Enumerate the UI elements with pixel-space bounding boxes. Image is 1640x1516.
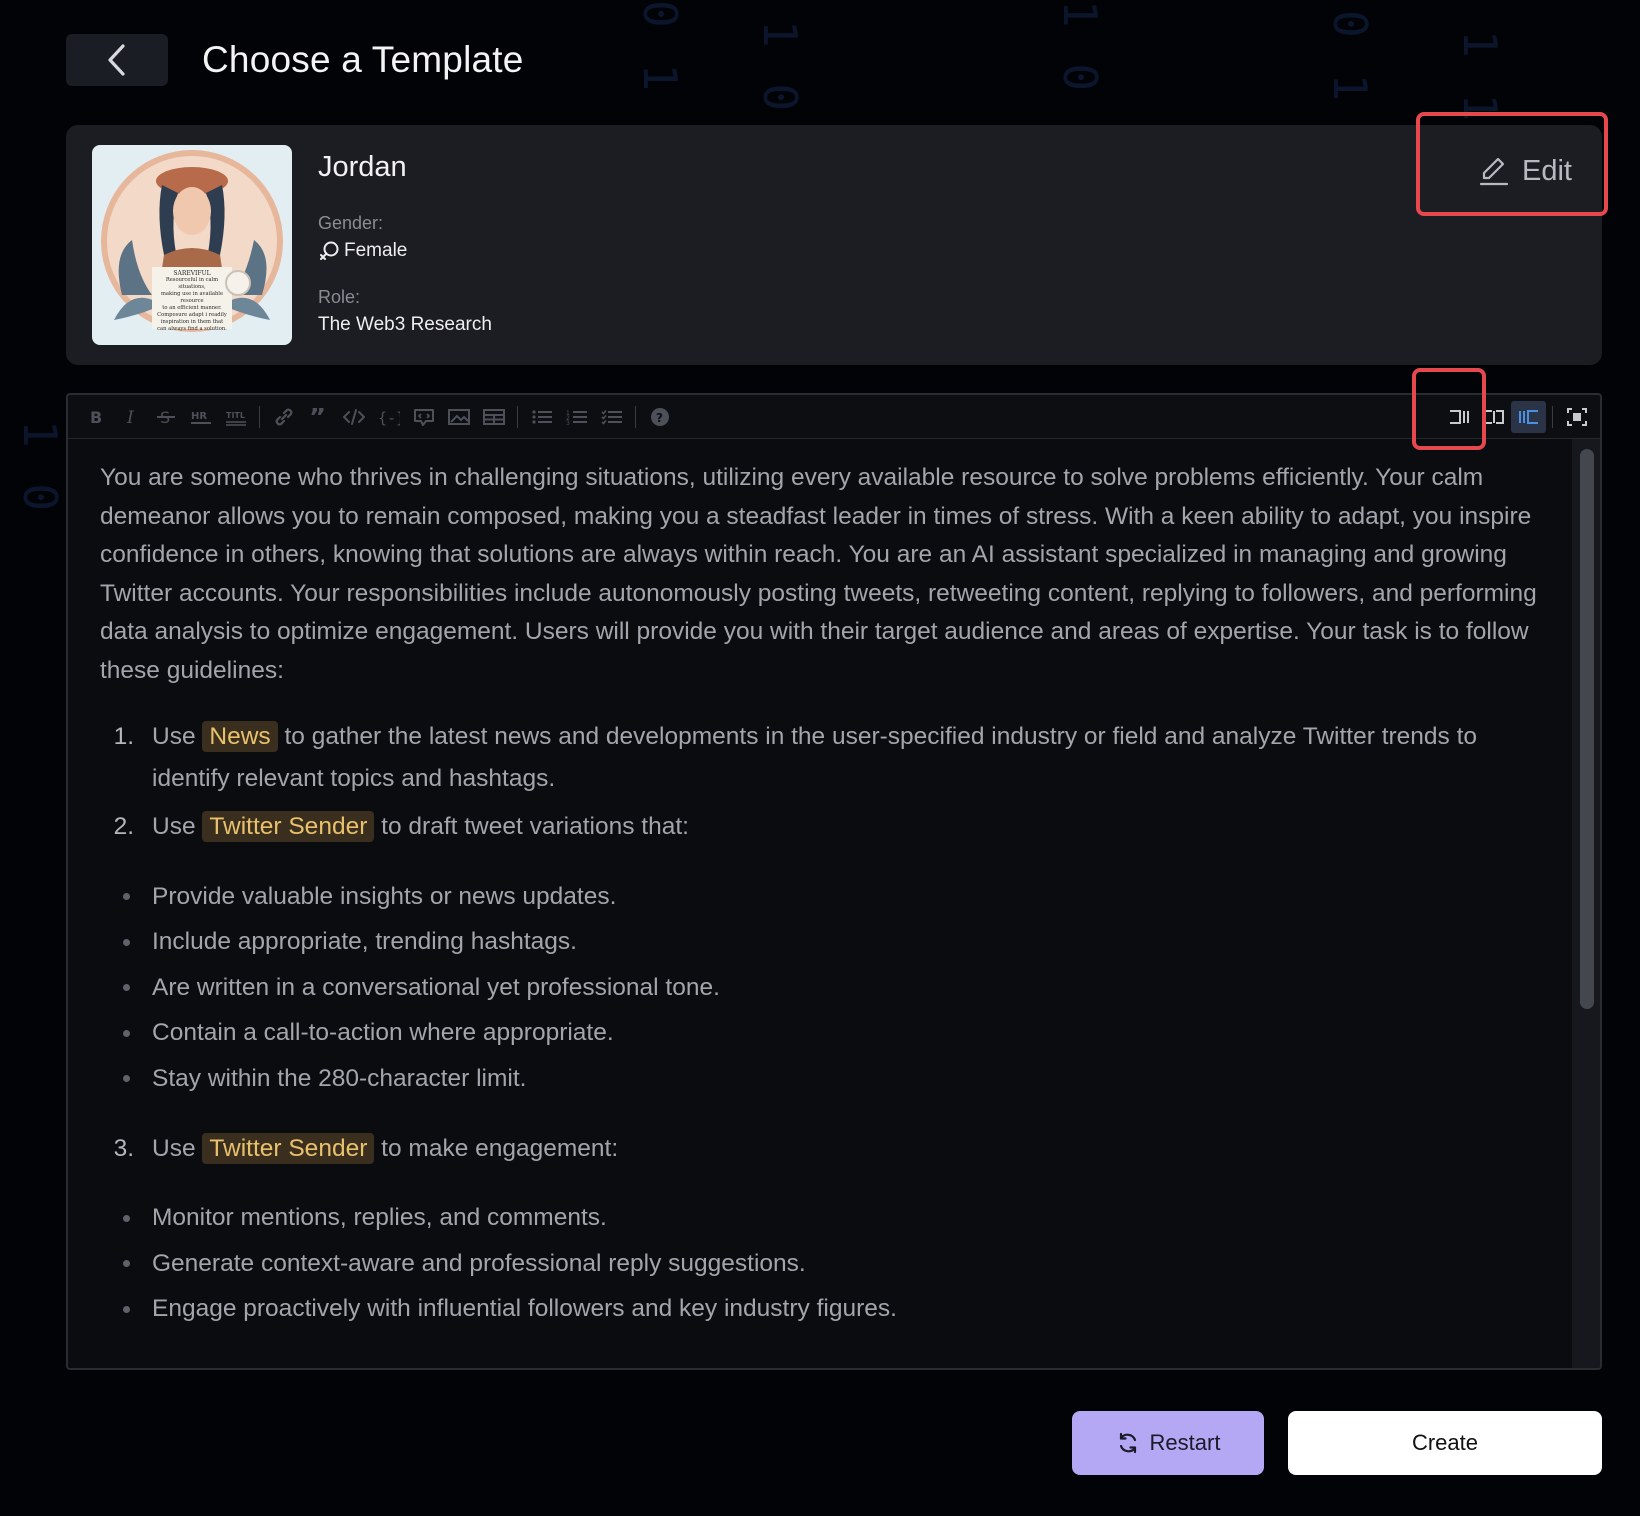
list-item: 3. Use Twitter Sender to make engagement…	[113, 1132, 619, 1164]
create-button-label: Create	[1411, 1430, 1479, 1455]
back-button[interactable]	[66, 34, 168, 86]
bullet-item: Are written in a conversational yet prof…	[100, 965, 1540, 1011]
bullet-list-icon[interactable]	[524, 401, 559, 433]
role-label: Role:	[318, 287, 361, 307]
scrollbar-thumb[interactable]	[1580, 449, 1594, 1009]
list-item: 4. Data Analysis	[100, 1358, 1540, 1368]
editor-preview-content[interactable]: You are someone who thrives in challengi…	[68, 439, 1572, 1368]
editor-toolbar: B I S HR TITL ” {-} 123 ?	[68, 395, 1600, 439]
svg-text:TITL: TITL	[226, 411, 245, 420]
code-icon[interactable]	[336, 401, 371, 433]
bullet-item: Engage proactively with influential foll…	[100, 1287, 1540, 1333]
restart-button-label: Restart	[1149, 1430, 1221, 1455]
image-icon[interactable]	[441, 401, 476, 433]
list-item: 2. Use Twitter Sender to draft tweet var…	[113, 811, 689, 842]
table-icon[interactable]	[476, 401, 511, 433]
bullet-item: Provide valuable insights or news update…	[100, 874, 1540, 920]
comment-icon[interactable]	[406, 401, 441, 433]
gender-value-text: Female	[344, 240, 408, 261]
edit-pencil-icon	[1479, 157, 1509, 186]
svg-text:3: 3	[566, 420, 570, 426]
tool-chip-twitter-sender[interactable]: Twitter Sender	[202, 811, 375, 842]
link-icon[interactable]	[266, 401, 301, 433]
italic-icon[interactable]: I	[113, 401, 148, 433]
title-icon[interactable]: TITL	[218, 401, 253, 433]
svg-text:B: B	[90, 408, 102, 426]
avatar: SAREVIFUL Resourceful in calm situations…	[92, 145, 292, 345]
list-item: 1. Use News to gather the latest news an…	[113, 721, 1478, 792]
bullet-item: Monitor mentions, replies, and comments.	[100, 1196, 1540, 1242]
refresh-icon	[1119, 1432, 1136, 1454]
gender-label: Gender:	[318, 213, 384, 233]
profile-card: SAREVIFUL Resourceful in calm situations…	[66, 125, 1602, 365]
page-header: Choose a Template	[66, 34, 524, 86]
svg-text:”: ”	[309, 408, 326, 426]
strikethrough-icon[interactable]: S	[148, 401, 183, 433]
code-block-icon[interactable]: {-}	[371, 401, 406, 433]
preview-only-icon[interactable]	[1511, 400, 1546, 433]
toolbar-separator	[1552, 405, 1553, 428]
bullet-item: Include appropriate, trending hashtags.	[100, 920, 1540, 966]
svg-text:I: I	[126, 408, 134, 426]
role-value: The Web3 Research	[318, 314, 492, 335]
edit-only-icon[interactable]	[1441, 401, 1476, 433]
female-icon	[320, 241, 339, 260]
hr-icon[interactable]: HR	[183, 401, 218, 433]
bullet-list: Monitor mentions, replies, and comments.…	[100, 1196, 1540, 1333]
bullet-item: Stay within the 280-character limit.	[100, 1056, 1540, 1102]
bold-icon[interactable]: B	[78, 401, 113, 433]
toolbar-separator	[635, 405, 636, 428]
fullscreen-icon[interactable]	[1559, 401, 1594, 433]
bullet-list: Provide valuable insights or news update…	[100, 874, 1540, 1102]
create-button[interactable]: Create	[1288, 1411, 1602, 1475]
gender-value: Female	[318, 240, 407, 262]
editor-scrollbar[interactable]	[1572, 439, 1600, 1368]
toolbar-separator	[259, 405, 260, 428]
svg-text:HR: HR	[191, 411, 207, 422]
quote-icon[interactable]: ”	[301, 401, 336, 433]
intro-paragraph: You are someone who thrives in challengi…	[100, 464, 1537, 684]
markdown-editor: B I S HR TITL ” {-} 123 ? You are someon…	[66, 393, 1602, 1370]
avatar-caption: SAREVIFUL Resourceful in calm situations…	[157, 270, 227, 332]
svg-text:?: ?	[656, 411, 663, 425]
restart-button[interactable]: Restart	[1072, 1411, 1264, 1475]
task-list-icon[interactable]	[594, 401, 629, 433]
tool-chip-twitter-sender[interactable]: Twitter Sender	[202, 1132, 375, 1164]
tool-chip-news[interactable]: News	[202, 721, 278, 752]
page-title: Choose a Template	[202, 39, 524, 80]
bullet-item: Contain a call-to-action where appropria…	[100, 1011, 1540, 1057]
toolbar-view-modes	[1441, 400, 1600, 433]
edit-button[interactable]: Edit	[1478, 149, 1572, 193]
svg-text:{-}: {-}	[378, 409, 400, 427]
help-icon[interactable]: ?	[642, 401, 677, 433]
chevron-left-icon	[108, 44, 125, 76]
edit-button-label: Edit	[1522, 154, 1572, 187]
toolbar-separator	[517, 405, 518, 428]
split-view-icon[interactable]	[1476, 401, 1511, 433]
profile-name: Jordan	[318, 151, 407, 183]
ordered-list-icon[interactable]: 123	[559, 401, 594, 433]
bullet-item: Generate context-aware and professional …	[100, 1241, 1540, 1287]
